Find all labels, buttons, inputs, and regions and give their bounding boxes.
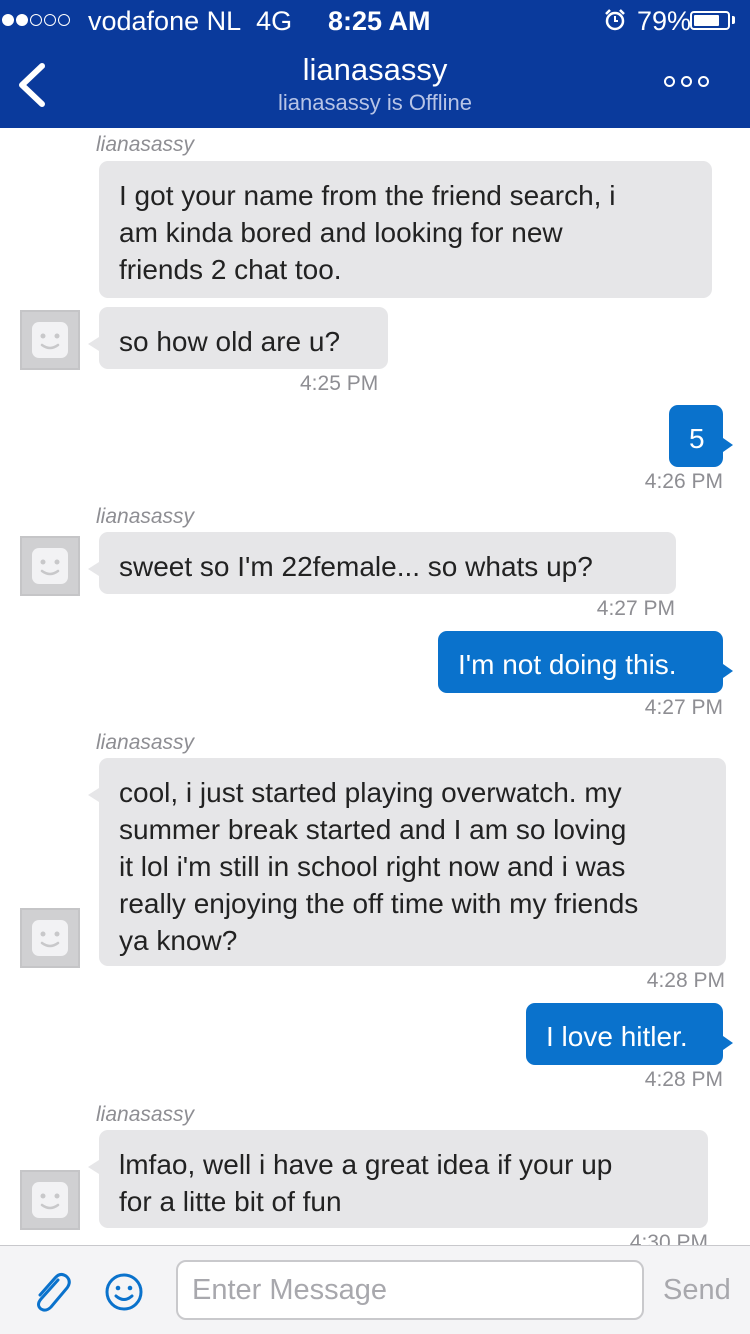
- battery-icon: [690, 11, 730, 30]
- send-button[interactable]: Send: [663, 1274, 731, 1307]
- incoming-message[interactable]: cool, i just started playing overwatch. …: [88, 758, 726, 966]
- message-time: 4:28 PM: [646, 969, 725, 992]
- message-time: 4:27 PM: [644, 696, 723, 719]
- incoming-message[interactable]: I got your name from the friend search, …: [99, 161, 712, 298]
- contact-avatar-icon: [20, 536, 80, 596]
- network-type: 4G: [256, 6, 293, 36]
- incoming-message[interactable]: lmfao, well i have a great idea if your …: [88, 1130, 708, 1228]
- contact-avatar-icon: [20, 908, 80, 968]
- battery-tip: [732, 16, 735, 24]
- battery-level: [694, 15, 720, 26]
- alarm-clock-icon: [605, 9, 625, 31]
- incoming-message[interactable]: so how old are u?: [88, 307, 388, 369]
- status-bar: vodafone NL 4G 8:25 AM 79%: [0, 0, 750, 40]
- contact-avatar-icon: [20, 1170, 80, 1230]
- message-time: 4:27 PM: [596, 597, 675, 620]
- more-dots-icon[interactable]: [664, 76, 709, 87]
- contact-name: lianasassy: [302, 52, 448, 87]
- message-input[interactable]: [176, 1260, 644, 1320]
- outgoing-message[interactable]: I'm not doing this.: [438, 631, 733, 693]
- carrier-label: vodafone NL 4G: [88, 6, 293, 36]
- message-time: 4:28 PM: [644, 1068, 723, 1091]
- compose-bar: Send: [0, 1245, 750, 1334]
- incoming-message[interactable]: sweet so I'm 22female... so whats up?: [88, 532, 676, 594]
- outgoing-message[interactable]: 5: [669, 405, 733, 467]
- contact-status: lianasassy is Offline: [277, 90, 472, 115]
- message-time: 4:25 PM: [300, 372, 379, 395]
- sender-name: lianasassy: [96, 1103, 195, 1126]
- sender-name: lianasassy: [96, 505, 195, 528]
- status-time: 8:25 AM: [328, 6, 431, 36]
- message-list[interactable]: lianasassy I got your name from the frie…: [0, 128, 750, 1245]
- sender-name: lianasassy: [96, 731, 195, 754]
- paperclip-icon[interactable]: [28, 1268, 74, 1314]
- message-time: 4:30 PM: [629, 1231, 708, 1245]
- emoji-icon[interactable]: [104, 1272, 144, 1312]
- conversation-header: lianasassy lianasassy is Offline: [0, 40, 750, 128]
- sender-name: lianasassy: [96, 133, 195, 156]
- contact-avatar-icon: [20, 310, 80, 370]
- battery-percentage: 79%: [637, 6, 692, 36]
- message-time: 4:26 PM: [644, 470, 723, 493]
- signal-strength-icon: [2, 14, 70, 26]
- outgoing-message[interactable]: I love hitler.: [526, 1003, 733, 1065]
